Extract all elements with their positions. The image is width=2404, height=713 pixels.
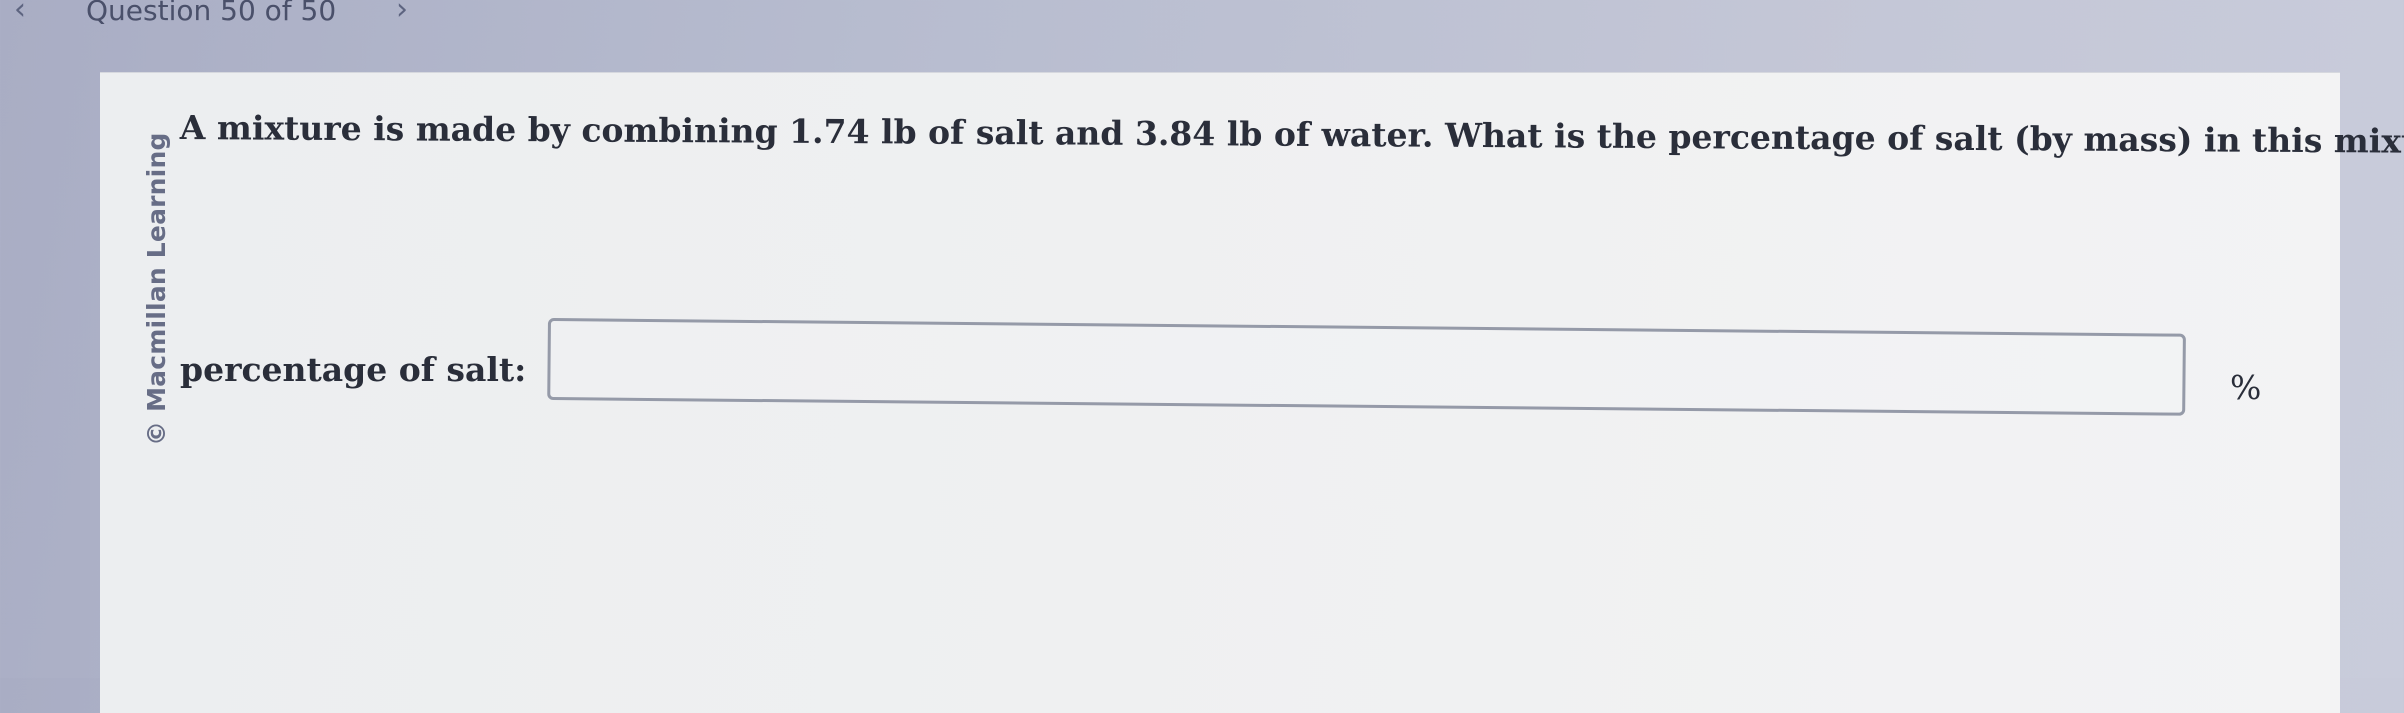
- chevron-left-icon[interactable]: ‹: [14, 0, 26, 27]
- question-navigation: ‹ Question 50 of 50 ›: [0, 0, 520, 32]
- answer-label: percentage of salt:: [180, 350, 527, 389]
- question-counter: Question 50 of 50: [86, 0, 337, 27]
- chevron-right-icon[interactable]: ›: [396, 0, 408, 27]
- percent-unit: %: [2230, 368, 2262, 407]
- percentage-input[interactable]: [547, 318, 2186, 416]
- watermark-text: © Macmillan Learning: [142, 132, 171, 446]
- copyright-watermark: © Macmillan Learning: [142, 106, 172, 446]
